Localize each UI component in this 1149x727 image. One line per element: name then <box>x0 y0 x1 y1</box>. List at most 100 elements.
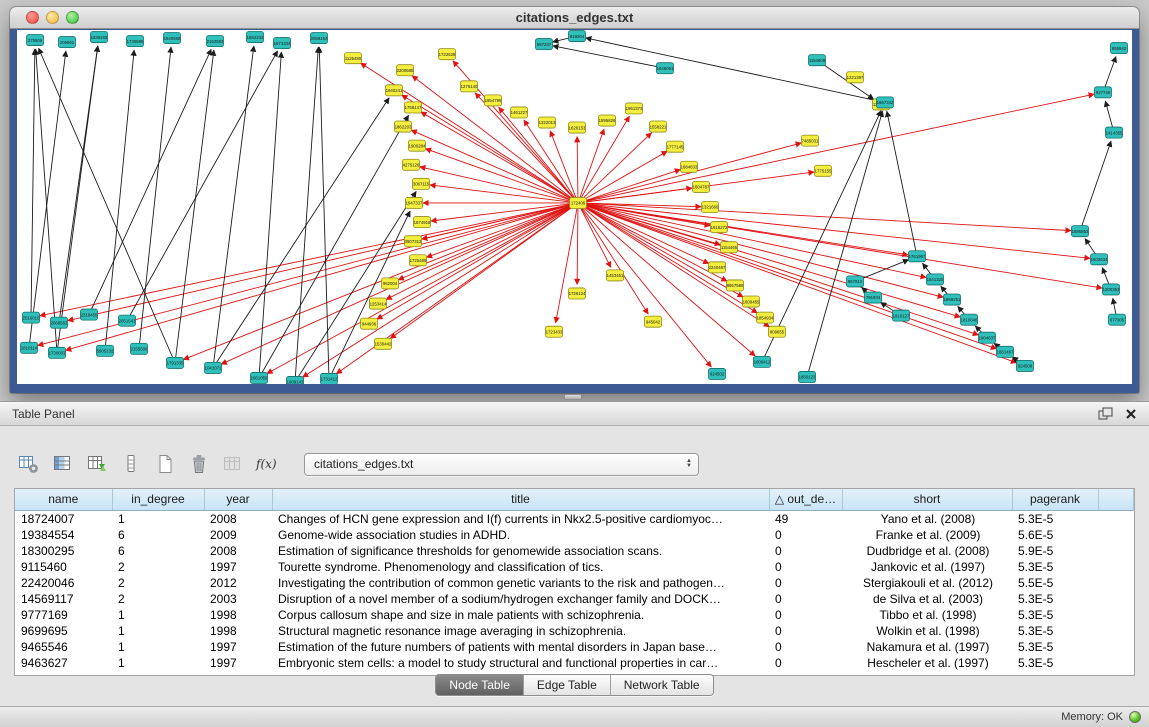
column-header-title[interactable]: title <box>272 489 769 510</box>
graph-node[interactable]: 1604787 <box>693 181 710 192</box>
graph-edge[interactable] <box>213 46 254 368</box>
graph-edge[interactable] <box>578 203 769 327</box>
graph-node[interactable]: 1730003 <box>49 347 66 358</box>
table-cell[interactable]: 49 <box>769 510 842 527</box>
table-cell[interactable]: Embryonic stem cells: a model to study s… <box>272 655 769 671</box>
table-row[interactable]: 969969511998Structural magnetic resonanc… <box>15 623 1134 639</box>
table-cell[interactable]: Hescheler et al. (1997) <box>842 655 1012 671</box>
graph-node[interactable]: 809655 <box>769 326 786 337</box>
close-panel-icon[interactable] <box>1125 408 1137 420</box>
table-row[interactable]: 2242004622012Investigating the contribut… <box>15 575 1134 591</box>
graph-node[interactable]: 1595853 <box>1072 226 1089 237</box>
table-row[interactable]: 1456911722003Disruption of a novel membe… <box>15 591 1134 607</box>
table-cell[interactable]: Estimation of the future numbers of pati… <box>272 639 769 655</box>
table-cell[interactable]: Disruption of a novel member of a sodium… <box>272 591 769 607</box>
table-cell[interactable]: 0 <box>769 623 842 639</box>
table-cell[interactable]: 1997 <box>204 559 272 575</box>
table-cell[interactable]: 5.6E-5 <box>1012 527 1098 543</box>
create-column-button[interactable] <box>150 450 180 478</box>
table-cell[interactable]: 0 <box>769 527 842 543</box>
table-row[interactable]: 1938455462009Genome-wide association stu… <box>15 527 1134 543</box>
minimize-window-button[interactable] <box>46 11 59 24</box>
graph-node[interactable]: 557237 <box>536 39 553 50</box>
graph-node[interactable]: 2200585 <box>397 65 414 76</box>
table-cell[interactable]: 0 <box>769 655 842 671</box>
graph-node[interactable]: 2059154 <box>311 33 328 44</box>
graph-node[interactable]: 172406 <box>570 197 587 208</box>
graph-edge[interactable] <box>556 203 578 323</box>
graph-node[interactable]: 1873334 <box>274 38 291 49</box>
graph-edge[interactable] <box>577 137 578 203</box>
graph-node[interactable]: 1854795 <box>485 95 502 106</box>
table-cell[interactable]: 5.5E-5 <box>1012 575 1098 591</box>
column-header-in_degree[interactable]: in_degree <box>112 489 204 510</box>
table-cell[interactable]: 2008 <box>204 543 272 559</box>
delete-column-button[interactable] <box>184 450 214 478</box>
graph-edge[interactable] <box>578 133 651 203</box>
graph-node[interactable]: 1221397 <box>847 72 864 83</box>
graph-node[interactable]: 1602634 <box>1091 254 1108 265</box>
graph-node[interactable]: 1630205 <box>91 32 108 43</box>
graph-edge[interactable] <box>586 38 885 102</box>
table-cell[interactable]: 18724007 <box>15 510 112 527</box>
graph-node[interactable]: 1154465 <box>721 242 738 253</box>
graph-edge[interactable] <box>578 143 801 203</box>
zoom-window-button[interactable] <box>66 11 79 24</box>
graph-edge[interactable] <box>175 50 214 363</box>
graph-node[interactable]: 5905132 <box>97 345 114 356</box>
graph-node[interactable]: 2162583 <box>207 36 224 47</box>
table-cell[interactable]: 2003 <box>204 591 272 607</box>
table-cell[interactable]: Nakamura et al. (1997) <box>842 639 1012 655</box>
graph-node[interactable]: 1731412 <box>321 373 338 384</box>
graph-node[interactable]: 1541325 <box>927 274 944 285</box>
graph-edge[interactable] <box>295 47 318 382</box>
graph-node[interactable]: 1041071 <box>205 362 222 373</box>
graph-edge[interactable] <box>89 49 211 314</box>
graph-node[interactable]: 2155506 <box>131 343 148 354</box>
table-row[interactable]: 946554611997Estimation of the future num… <box>15 639 1134 655</box>
graph-node[interactable]: 2240487 <box>709 262 726 273</box>
graph-node[interactable]: 924508 <box>1017 360 1034 371</box>
graph-node[interactable]: 1253414 <box>370 298 387 309</box>
table-cell[interactable]: 1 <box>112 510 204 527</box>
network-canvas[interactable]: 1724062200585194024117581471862203190028… <box>17 30 1132 384</box>
graph-node[interactable]: 1552232 <box>247 32 264 43</box>
graph-edge[interactable] <box>887 111 917 256</box>
table-cell[interactable]: 14569117 <box>15 591 112 607</box>
table-cell[interactable]: 5.3E-5 <box>1012 510 1098 527</box>
table-cell[interactable]: Stergiakouli et al. (2012) <box>842 575 1012 591</box>
graph-edge[interactable] <box>553 46 665 68</box>
table-cell[interactable]: 9465546 <box>15 639 112 655</box>
graph-node[interactable]: 1154808 <box>809 55 826 66</box>
table-row[interactable]: 1872400712008Changes of HCN gene express… <box>15 510 1134 527</box>
graph-node[interactable]: 1322013 <box>539 117 556 128</box>
table-cell[interactable]: 1998 <box>204 607 272 623</box>
graph-node[interactable]: 962004 <box>382 278 399 289</box>
graph-node[interactable]: 4275126 <box>403 159 420 170</box>
graph-edge[interactable] <box>578 203 1071 231</box>
table-cell[interactable]: Changes of HCN gene expression and I(f) … <box>272 510 769 527</box>
graph-edge[interactable] <box>139 47 171 349</box>
graph-node[interactable]: 1961373 <box>626 103 643 114</box>
graph-node[interactable]: 944936 <box>361 318 378 329</box>
table-cell[interactable]: 1997 <box>204 655 272 671</box>
graph-node[interactable]: 1125480 <box>345 53 362 64</box>
column-header-pagerank[interactable]: pagerank <box>1012 489 1098 510</box>
graph-node[interactable]: 1558221 <box>650 121 667 132</box>
graph-edge[interactable] <box>319 47 329 379</box>
graph-node[interactable]: 955942 <box>1111 43 1128 54</box>
table-cell[interactable]: 2 <box>112 575 204 591</box>
graph-edge[interactable] <box>411 130 578 203</box>
row-height-button[interactable] <box>116 450 146 478</box>
table-cell[interactable]: Corpus callosum shape and size in male p… <box>272 607 769 623</box>
table-cell[interactable]: 1998 <box>204 623 272 639</box>
graph-node[interactable]: 791934 <box>865 292 882 303</box>
graph-node[interactable]: 1667342 <box>877 97 894 108</box>
graph-edge[interactable] <box>1080 141 1111 231</box>
table-cell[interactable]: Estimation of significance thresholds fo… <box>272 543 769 559</box>
graph-node[interactable]: 275606 <box>27 35 44 46</box>
table-row[interactable]: 946362711997Embryonic stem cells: a mode… <box>15 655 1134 671</box>
graph-node[interactable]: 1726124 <box>569 288 586 299</box>
table-cell[interactable]: 2012 <box>204 575 272 591</box>
column-header-year[interactable]: year <box>204 489 272 510</box>
